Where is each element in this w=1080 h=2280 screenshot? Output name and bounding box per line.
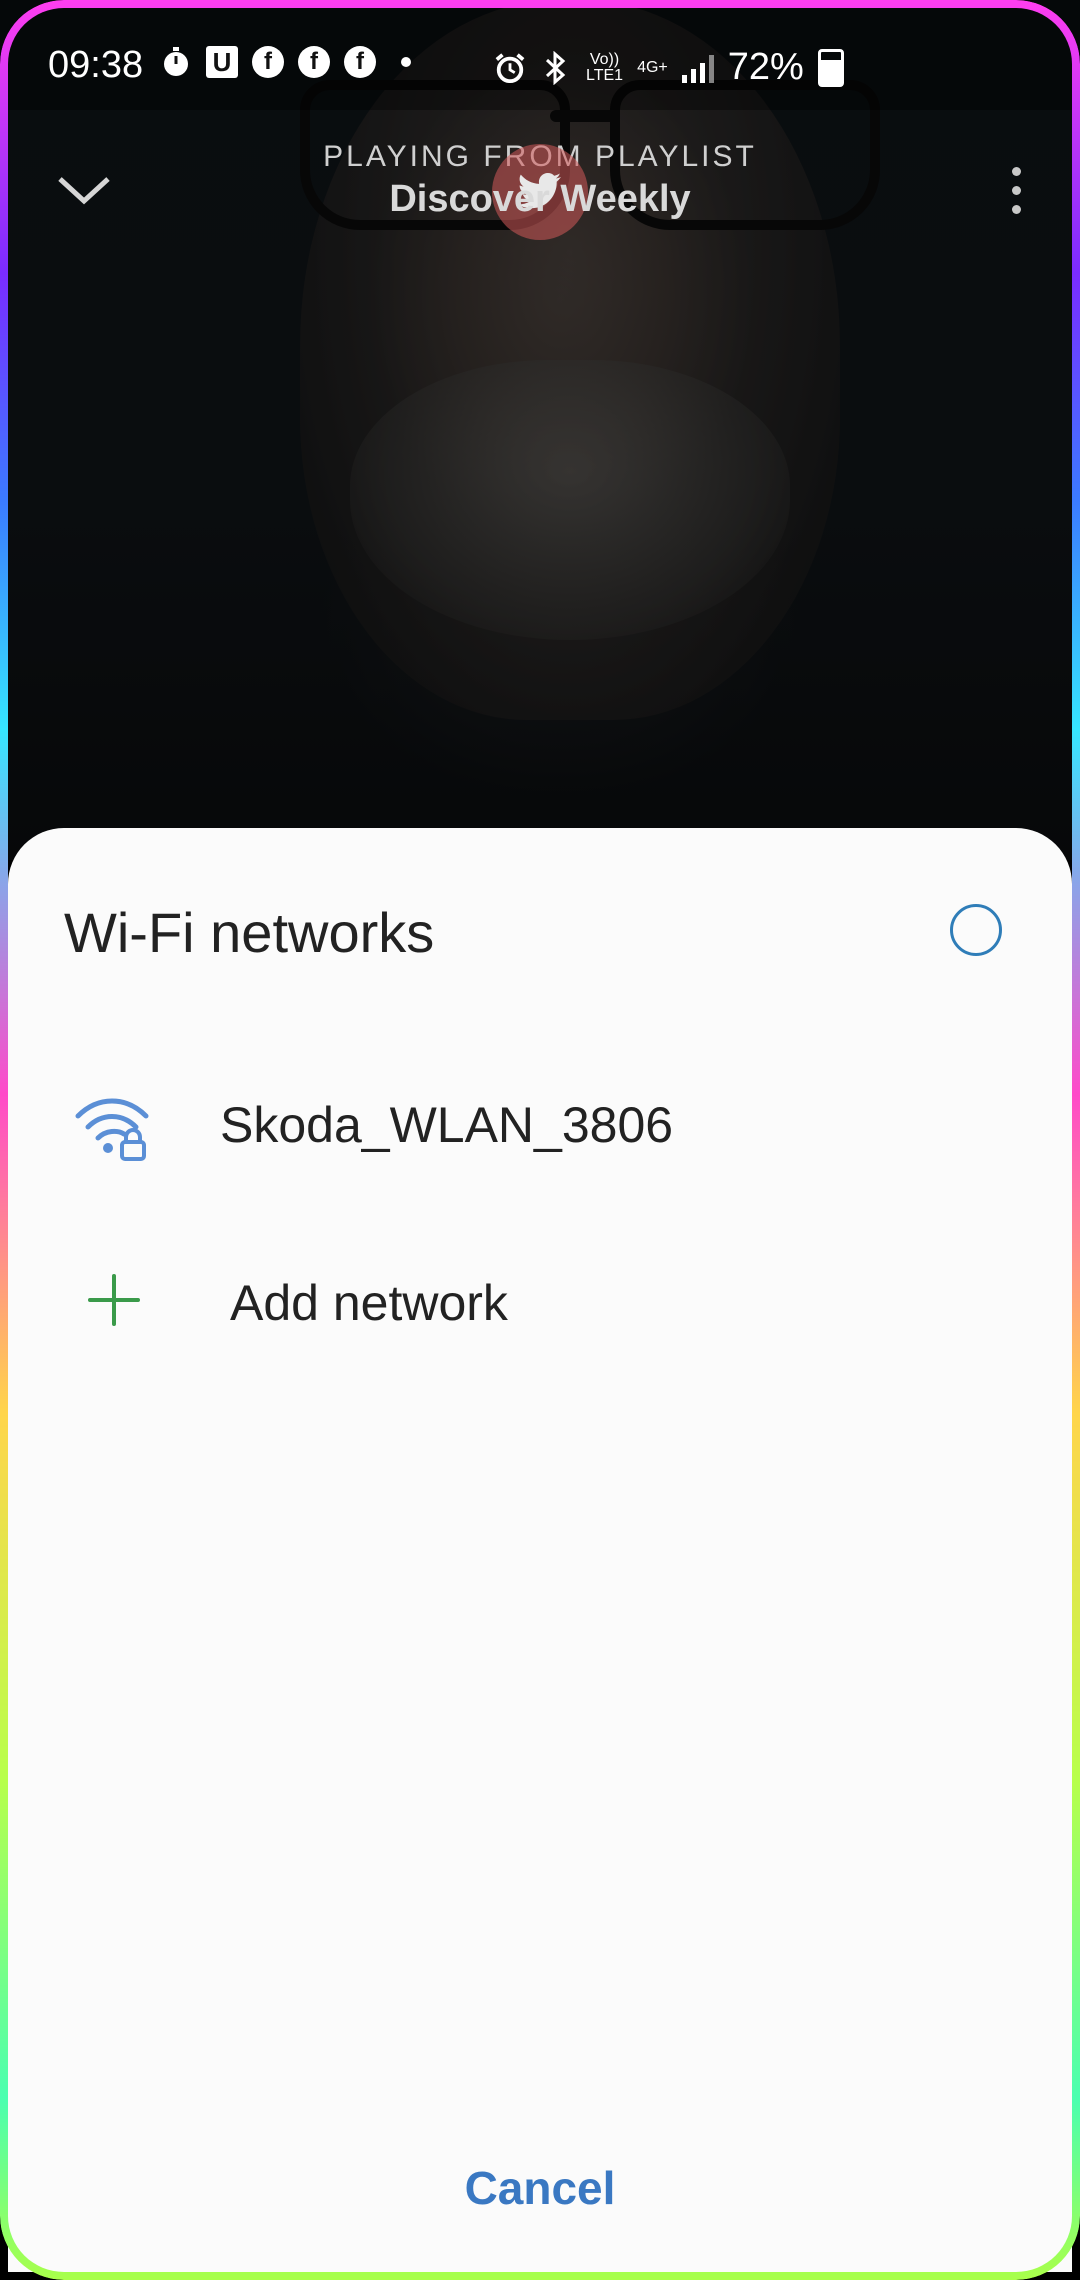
facebook-icon: f	[344, 46, 376, 78]
network-name: Skoda_WLAN_3806	[220, 1097, 674, 1153]
add-network-button[interactable]: Add network	[8, 1238, 1072, 1368]
system-icons: Vo)) LTE1 4G+ 72%	[494, 46, 844, 89]
add-network-label: Add network	[230, 1275, 508, 1331]
alarm-icon	[494, 52, 526, 84]
more-dot	[1011, 166, 1021, 176]
screen: 09:38 U f f f Vo)) LTE1 4G+ 72% PLAYING …	[0, 0, 1080, 2280]
wifi-networks-sheet: Wi-Fi networks Skoda_WLAN_3806 Add netwo…	[8, 828, 1072, 2272]
more-dot	[1011, 204, 1021, 214]
playlist-name[interactable]: Discover Weekly	[0, 178, 1080, 221]
status-bar: 09:38 U f f f Vo)) LTE1 4G+ 72%	[0, 0, 1080, 110]
bluetooth-icon	[540, 50, 572, 85]
facebook-icon: f	[252, 46, 284, 78]
notification-icons: U f f f	[160, 46, 422, 78]
more-notifications-dot	[390, 46, 422, 78]
volte-icon: Vo)) LTE1	[586, 50, 624, 84]
u-app-icon: U	[206, 46, 238, 78]
album-artwork	[0, 0, 1080, 860]
artwork-dim-overlay	[0, 0, 1080, 860]
timer-icon	[160, 46, 192, 78]
facebook-icon: f	[298, 46, 330, 78]
scanning-spinner-icon	[950, 904, 1002, 956]
more-dot	[1011, 185, 1021, 195]
4g-icon: 4G+	[637, 58, 668, 76]
battery-percent: 72%	[727, 46, 804, 88]
wifi-lock-icon	[75, 1098, 149, 1161]
battery-icon	[817, 48, 844, 87]
signal-icon	[681, 53, 714, 83]
network-item[interactable]: Skoda_WLAN_3806	[8, 1058, 1072, 1188]
sheet-title: Wi-Fi networks	[64, 901, 435, 964]
plus-icon	[88, 1274, 140, 1326]
cancel-button[interactable]: Cancel	[390, 2148, 690, 2228]
status-time: 09:38	[48, 44, 144, 86]
more-options-button[interactable]	[992, 150, 1040, 230]
